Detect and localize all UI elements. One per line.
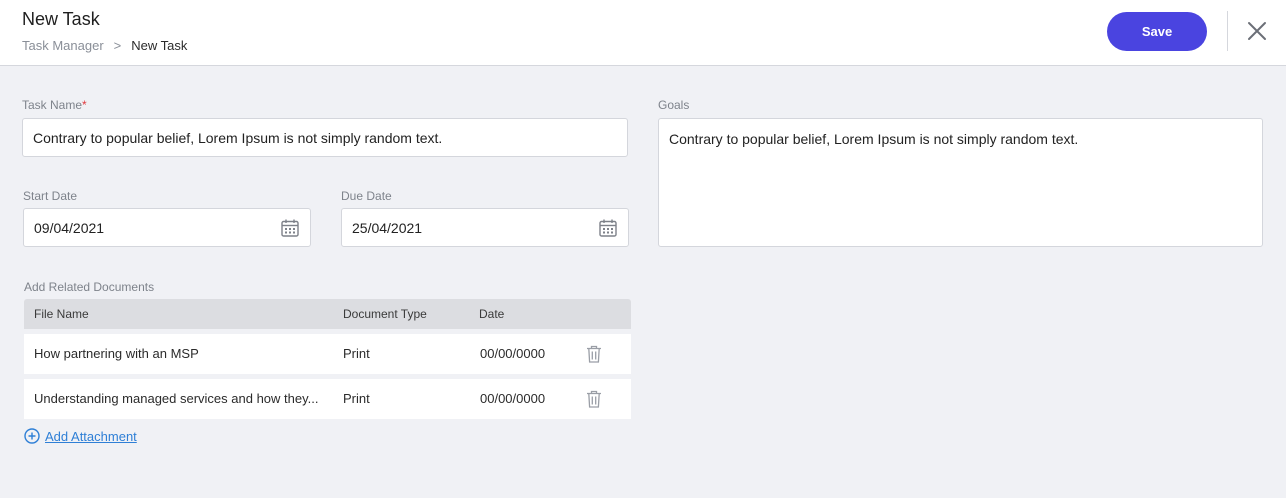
column-document-type: Document Type [343,307,427,321]
goals-label: Goals [658,98,690,112]
row-file-name: How partnering with an MSP [34,346,199,361]
table-header: File Name Document Type Date [24,299,631,329]
row-file-name: Understanding managed services and how t… [34,391,319,406]
start-date-label: Start Date [23,189,78,203]
calendar-icon[interactable] [280,218,300,238]
breadcrumb-separator: > [113,38,122,53]
trash-icon[interactable] [586,345,602,363]
trash-icon[interactable] [586,390,602,408]
required-mark: * [82,98,87,112]
start-date-input[interactable]: 09/04/2021 [23,208,311,247]
due-date-label: Due Date [341,189,392,203]
task-name-label: Task Name* [22,98,87,112]
breadcrumb-task-manager[interactable]: Task Manager [22,38,104,53]
column-file-name: File Name [34,307,89,321]
column-date: Date [479,307,505,321]
close-icon [1248,22,1266,40]
goals-textarea[interactable]: Contrary to popular belief, Lorem Ipsum … [658,118,1263,247]
add-attachment-button[interactable]: Add Attachment [24,428,137,444]
documents-table: File Name Document Type Date How partner… [24,299,631,419]
plus-circle-icon [24,428,40,444]
due-date-value: 25/04/2021 [352,219,423,236]
table-row: Understanding managed services and how t… [24,379,631,419]
breadcrumb: Task Manager > New Task [22,38,187,53]
goals-value: Contrary to popular belief, Lorem Ipsum … [669,131,1079,147]
add-attachment-link[interactable]: Add Attachment [45,429,137,444]
save-button[interactable]: Save [1107,12,1207,51]
page-title: New Task [22,9,100,29]
related-documents-label: Add Related Documents [24,280,155,294]
breadcrumb-current: New Task [131,38,188,53]
row-date: 00/00/0000 [480,391,546,406]
row-date: 00/00/0000 [480,346,546,361]
task-name-input[interactable]: Contrary to popular belief, Lorem Ipsum … [22,118,628,157]
table-row: How partnering with an MSP Print 00/00/0… [24,334,631,374]
due-date-input[interactable]: 25/04/2021 [341,208,629,247]
task-name-value: Contrary to popular belief, Lorem Ipsum … [33,129,443,146]
start-date-value: 09/04/2021 [34,219,105,236]
close-button[interactable] [1244,18,1270,44]
calendar-icon[interactable] [598,218,618,238]
row-document-type: Print [343,346,370,361]
row-document-type: Print [343,391,370,406]
page-header: New Task Task Manager > New Task Save [0,0,1286,66]
header-divider [1227,11,1228,51]
